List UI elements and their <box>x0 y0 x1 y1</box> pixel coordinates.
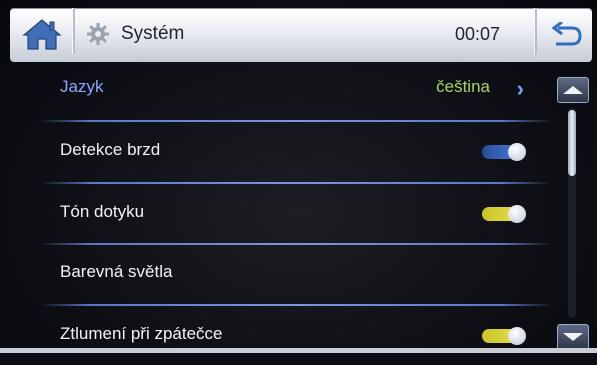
toggle-knob <box>508 205 526 223</box>
setting-brake-detection[interactable]: Detekce brzd <box>40 121 540 181</box>
language-value: čeština <box>436 77 490 96</box>
setting-label: Detekce brzd <box>60 140 161 159</box>
scroll-thumb[interactable] <box>568 110 576 176</box>
brake-detection-toggle[interactable] <box>482 143 526 161</box>
setting-label: Tón dotyku <box>60 202 145 221</box>
arrow-down-icon <box>563 333 583 341</box>
screen-bezel <box>0 348 597 353</box>
scroll-up-button[interactable] <box>557 77 589 103</box>
setting-label: Ztlumení při zpátečce <box>60 324 223 343</box>
touch-tone-toggle[interactable] <box>482 205 526 223</box>
scroll-down-button[interactable] <box>557 324 589 350</box>
reverse-mute-toggle[interactable] <box>482 327 526 345</box>
clock: 00:07 <box>455 24 501 44</box>
toggle-knob <box>508 327 526 345</box>
setting-reverse-mute[interactable]: Ztlumení při zpátečce <box>40 305 540 365</box>
setting-touch-tone[interactable]: Tón dotyku <box>40 183 540 243</box>
back-button[interactable] <box>541 16 591 56</box>
chevron-right-icon: › <box>516 76 524 101</box>
setting-label: Jazyk <box>60 77 104 96</box>
arrow-up-icon <box>563 86 583 94</box>
page-title: Systém <box>121 23 185 44</box>
back-arrow-icon <box>551 22 582 46</box>
header-divider <box>72 8 75 54</box>
home-icon <box>22 19 62 50</box>
setting-label: Barevná světla <box>60 262 173 281</box>
gear-icon <box>87 23 109 45</box>
header-divider <box>534 8 537 54</box>
setting-color-lights[interactable]: Barevná světla <box>40 243 540 303</box>
setting-language[interactable]: Jazyk čeština › <box>40 58 540 118</box>
toggle-knob <box>508 143 526 161</box>
settings-screen: Systém 00:07 Jazyk čeština › Detekce brz… <box>0 0 597 353</box>
home-button[interactable] <box>14 10 70 58</box>
